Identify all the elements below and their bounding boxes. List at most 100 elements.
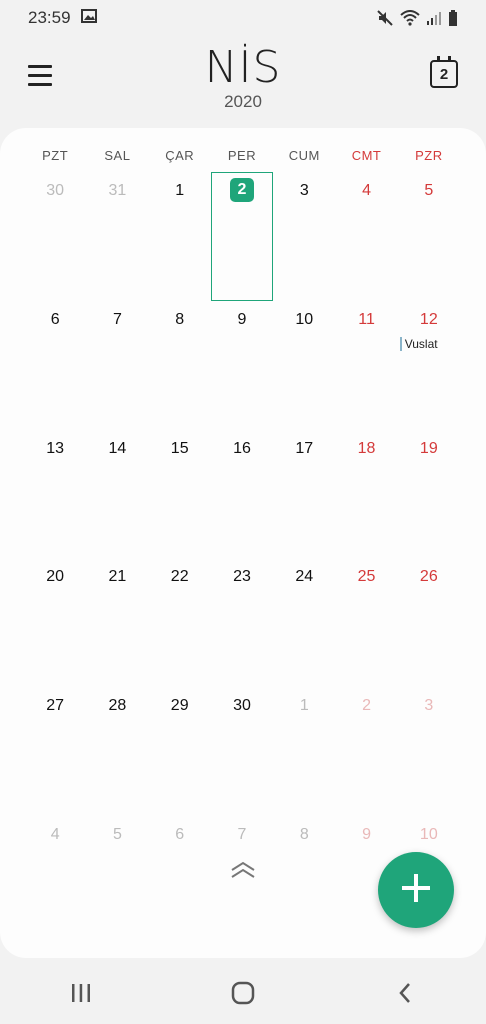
day-number: 13 [46,439,65,457]
day-cell[interactable]: 6 [149,816,211,945]
day-cell[interactable]: 11 [335,301,397,430]
day-number: 10 [295,310,314,328]
day-cell[interactable]: 23 [211,558,273,687]
day-number: 7 [112,310,122,328]
week-row: 20 21 22 23 24 25 26 [24,558,460,687]
day-number: 9 [237,310,247,328]
day-cell[interactable]: 5 [398,172,460,301]
day-cell[interactable]: 2 [335,687,397,816]
day-cell[interactable]: 20 [24,558,86,687]
day-number: 20 [46,568,65,586]
day-number: 19 [419,439,438,457]
day-number: 8 [299,825,309,843]
add-event-button[interactable] [378,852,454,928]
today-button-day: 2 [439,65,449,83]
day-cell[interactable]: 18 [335,430,397,559]
day-number: 29 [170,697,189,715]
day-number: 30 [46,182,65,199]
month-title[interactable]: NİS [0,42,486,93]
week-row: 27 28 29 30 1 2 3 [24,687,460,816]
day-cell[interactable]: 4 [24,816,86,945]
day-cell[interactable]: 10 [273,301,335,430]
day-number: 17 [295,439,314,457]
day-number: 12 [419,310,438,328]
day-cell[interactable]: 21 [86,558,148,687]
day-cell[interactable]: 7 [86,301,148,430]
day-number: 26 [419,568,438,586]
day-number: 6 [50,310,60,328]
app-header: NİS 2020 2 [0,36,486,126]
day-number: 1 [299,697,309,715]
year-title: 2020 [224,92,262,111]
day-number: 1 [175,182,185,199]
day-cell[interactable]: 13 [24,430,86,559]
day-number: 27 [46,697,65,715]
day-cell[interactable]: 15 [149,430,211,559]
day-number: 5 [112,825,122,843]
day-cell[interactable]: 26 [398,558,460,687]
day-cell[interactable]: 6 [24,301,86,430]
day-number: 16 [233,439,251,457]
weekday-label: PZR [415,148,443,163]
day-cell[interactable]: 28 [86,687,148,816]
recent-apps-button[interactable] [51,973,111,1013]
day-cell[interactable]: 31 [86,172,148,301]
day-cell[interactable]: 30 [24,172,86,301]
double-chevron-up-icon[interactable] [229,860,257,880]
wifi-icon [400,10,420,26]
day-number: 3 [424,697,434,715]
day-cell[interactable]: 8 [273,816,335,945]
day-cell[interactable]: 5 [86,816,148,945]
day-number: 7 [237,825,247,843]
day-cell[interactable]: 24 [273,558,335,687]
week-row: 13 14 15 16 17 18 19 [24,430,460,559]
day-cell[interactable]: 22 [149,558,211,687]
weekday-label: CUM [288,148,320,163]
day-cell[interactable]: 17 [273,430,335,559]
day-number: 3 [299,182,309,199]
day-number: 31 [108,182,127,199]
weekday-label: SAL [104,148,131,163]
day-cell-today[interactable]: 2 [210,172,274,301]
status-time: 23:59 [28,8,71,27]
day-cell[interactable]: 14 [86,430,148,559]
week-row: 30 31 1 2 3 4 5 [24,172,460,301]
calendar-today-icon[interactable]: 2 [430,56,458,88]
day-number: 21 [108,568,127,586]
month-grid: 30 31 1 2 3 4 5 6 7 8 9 10 11 12 Vuslat 13 14 15 16 17 18 19 2… [24,172,460,843]
day-cell[interactable]: 1 [149,172,211,301]
day-cell[interactable]: 25 [335,558,397,687]
day-cell[interactable]: 3 [398,687,460,816]
day-cell[interactable]: 30 [211,687,273,816]
weekday-label: ÇAR [165,148,195,163]
day-cell[interactable]: 4 [335,172,397,301]
home-button[interactable] [213,973,273,1013]
day-number: 4 [362,182,371,199]
system-navigation-bar [0,962,486,1024]
event-chip[interactable]: Vuslat [399,336,438,351]
day-cell[interactable]: 1 [273,687,335,816]
day-number: 30 [233,697,251,715]
day-number: 5 [424,182,434,199]
day-number: 22 [170,568,189,586]
day-cell[interactable]: 9 [211,301,273,430]
weekday-label: PZT [42,148,69,163]
weekday-header-row: PZT SAL ÇAR PER CUM CMT PZR [24,148,460,168]
day-cell[interactable]: 3 [273,172,335,301]
day-cell[interactable]: 16 [211,430,273,559]
day-cell[interactable]: 29 [149,687,211,816]
day-number: 9 [362,825,371,843]
day-cell[interactable]: 8 [149,301,211,430]
day-cell[interactable]: 27 [24,687,86,816]
day-number: 18 [357,439,376,457]
day-number: 2 [229,178,254,202]
signal-icon [426,11,442,25]
day-cell[interactable]: 12 Vuslat [398,301,460,430]
day-number: 14 [108,439,127,457]
calendar-month-view: PZT SAL ÇAR PER CUM CMT PZR 30 31 1 2 3 4 5 6 7 8 9 10 11 1… [0,128,486,958]
day-cell[interactable]: 19 [398,430,460,559]
weekday-label: PER [227,148,257,163]
day-number: 2 [362,697,371,715]
day-cell[interactable]: 7 [211,816,273,945]
back-button[interactable] [375,973,435,1013]
